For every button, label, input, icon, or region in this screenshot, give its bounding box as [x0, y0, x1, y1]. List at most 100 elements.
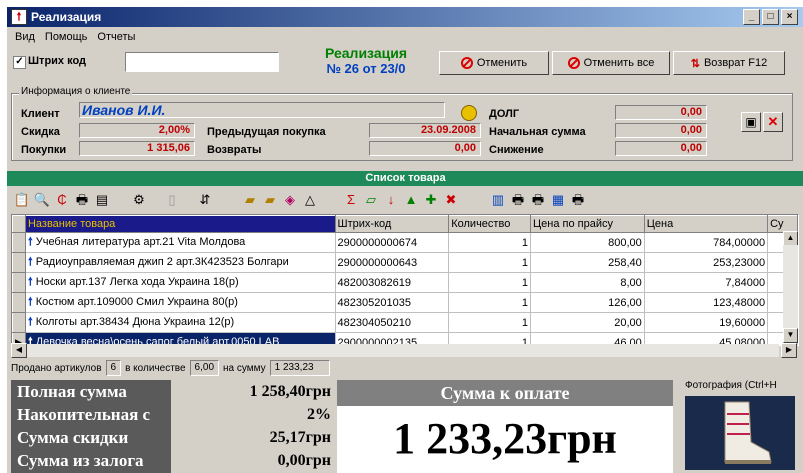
settings-icon[interactable]: ⚙ [130, 191, 148, 209]
discount-sum-label: Сумма скидки [17, 428, 129, 447]
sold-label: Продано артикулов [11, 362, 102, 374]
qty-value: 6,00 [189, 360, 220, 376]
payment-panel: Сумма к оплате 1 233,23грн [337, 380, 673, 473]
discount-label: Скидка [21, 126, 60, 138]
deposit-sum-value: 0,00грн [277, 452, 331, 469]
scroll-down-button[interactable]: ▼ [783, 328, 798, 343]
doc-title: Реализация [324, 45, 407, 61]
client-card-icon[interactable]: ▣ [741, 112, 761, 132]
table-row[interactable]: 🠕 Учебная литература арт.21 Vita Молдова … [12, 232, 798, 253]
row-indicator [12, 292, 26, 313]
item-arrow-icon: 🠕 [27, 316, 33, 328]
status-bar: Продано артикулов 6 в количестве 6,00 на… [7, 359, 803, 377]
item-table[interactable]: Название товара Штрих-код Количество Цен… [11, 214, 799, 346]
prev-purchase-label: Предыдущая покупка [207, 126, 326, 138]
payment-value: 1 233,23грн [393, 414, 617, 463]
table-row[interactable]: 🠕 Костюм арт.109000 Смил Украина 80(р) 48… [12, 292, 798, 313]
purchases-label: Покупки [21, 144, 67, 156]
row-indicator [12, 312, 26, 333]
sold-count: 6 [105, 360, 122, 376]
minus-icon[interactable]: ✖ [442, 191, 460, 209]
initial-sum-value: 0,00 [615, 123, 707, 138]
sum-icon[interactable]: Σ [342, 191, 360, 209]
menu-bar: Вид Помощь Отчеты [7, 28, 135, 46]
reduction-label: Снижение [489, 144, 544, 156]
debt-value: 0,00 [615, 105, 707, 120]
item-arrow-icon: 🠕 [27, 296, 33, 308]
print-menu-icon[interactable]: 🖶 [569, 191, 587, 209]
full-sum-value: 1 258,40грн [249, 383, 331, 400]
folder-icon[interactable]: ▱ [362, 191, 380, 209]
table-row[interactable]: 🠕 Колготы арт.38434 Дюна Украина 12(р) 48… [12, 312, 798, 333]
minimize-button[interactable]: _ [743, 9, 760, 25]
search-item-icon[interactable]: 🔍 [33, 191, 51, 209]
item-arrow-icon: 🠕 [27, 256, 33, 268]
scroll-right-button[interactable]: ▶ [781, 343, 797, 358]
plus-icon[interactable]: ✚ [422, 191, 440, 209]
cancel-button[interactable]: Отменить [439, 51, 549, 75]
table-header-row: Название товара Штрих-код Количество Цен… [12, 215, 798, 233]
barcode-input[interactable] [125, 52, 279, 72]
calendar-icon[interactable]: ▦ [549, 191, 567, 209]
prev-purchase-value: 23.09.2008 [369, 123, 481, 138]
scroll-left-button[interactable]: ◀ [11, 343, 27, 358]
horizontal-scrollbar[interactable] [27, 344, 779, 357]
swap-arrows-icon: ⇅ [690, 57, 700, 70]
flask-icon[interactable]: △ [301, 191, 319, 209]
boot-image-icon [724, 401, 772, 464]
table-row[interactable]: 🠕 Носки арт.137 Легка хода Украина 18(р) … [12, 272, 798, 293]
col-list-price-header[interactable]: Цена по прайсу [530, 215, 645, 233]
arrow-down-icon[interactable]: ↓ [382, 191, 400, 209]
main-window: 🠕 Реализация _ □ × Вид Помощь Отчеты ✓ Ш… [6, 6, 803, 473]
sort-icon[interactable]: ⇵ [196, 191, 214, 209]
debt-label: ДОЛГ [489, 108, 520, 120]
item-list-header: Список товара [7, 171, 803, 186]
item-toolbar: 📋 🔍 ₵ 🖶 ▤ ⚙ ▯ ⇵ ▰ ▰ ◈ △ Σ ▱ ↓ ▲ ✚ ✖ ▥ 🖶 … [7, 188, 803, 212]
col-price-header[interactable]: Цена [643, 215, 769, 233]
add-item-icon[interactable]: 📋 [13, 191, 31, 209]
arrow-up-icon[interactable]: ▲ [402, 191, 420, 209]
client-label: Клиент [21, 108, 60, 120]
doc-number: № 26 от 23/0 [326, 61, 406, 76]
report-icon[interactable]: ▥ [489, 191, 507, 209]
qty-label: в количестве [125, 362, 186, 374]
menu-view[interactable]: Вид [15, 31, 35, 43]
col-sum-header[interactable]: Су [767, 215, 798, 233]
payment-label: Сумма к оплате [337, 380, 673, 406]
menu-help[interactable]: Помощь [45, 31, 88, 43]
menu-reports[interactable]: Отчеты [97, 31, 135, 43]
maximize-button[interactable]: □ [762, 9, 779, 25]
scroll-up-button[interactable]: ▲ [783, 231, 798, 246]
item-arrow-icon: 🠕 [27, 236, 33, 248]
client-info-title: Информация о клиенте [19, 86, 133, 97]
box-open-icon[interactable]: ▰ [261, 191, 279, 209]
title-bar: 🠕 Реализация _ □ × [7, 7, 803, 27]
close-button[interactable]: × [781, 9, 798, 25]
print-preview-icon[interactable]: 🖶 [509, 191, 527, 209]
clear-client-icon[interactable]: ✕ [763, 112, 783, 132]
status-indicator-icon [461, 105, 477, 121]
col-name-header[interactable]: Название товара [24, 215, 336, 233]
box-icon[interactable]: ▰ [241, 191, 259, 209]
scanner-icon[interactable]: ▤ [93, 191, 111, 209]
row-indicator-header [12, 215, 26, 233]
return-button[interactable]: ⇅ Возврат F12 [673, 51, 785, 75]
photo-panel: Фотография (Ctrl+H [675, 380, 803, 473]
col-barcode-header[interactable]: Штрих-код [334, 215, 450, 233]
currency-icon[interactable]: ₵ [53, 191, 71, 209]
document-icon[interactable]: ▯ [163, 191, 181, 209]
cancel-all-button[interactable]: Отменить все [552, 51, 670, 75]
col-qty-header[interactable]: Количество [448, 215, 532, 233]
window-title: Реализация [31, 10, 102, 24]
table-row[interactable]: 🠕 Радиоуправляемая джип 2 арт.3К423523 Бо… [12, 252, 798, 273]
vertical-scrollbar[interactable] [783, 245, 798, 329]
tag-icon[interactable]: ◈ [281, 191, 299, 209]
print-list-icon[interactable]: 🖶 [529, 191, 547, 209]
print-icon[interactable]: 🖶 [73, 191, 91, 209]
barcode-checkbox[interactable]: ✓ [13, 56, 26, 69]
product-photo[interactable] [685, 396, 795, 470]
row-indicator [12, 232, 26, 253]
sum-value: 1 233,23 [269, 360, 330, 376]
item-arrow-icon: 🠕 [27, 276, 33, 288]
returns-value: 0,00 [369, 141, 481, 156]
